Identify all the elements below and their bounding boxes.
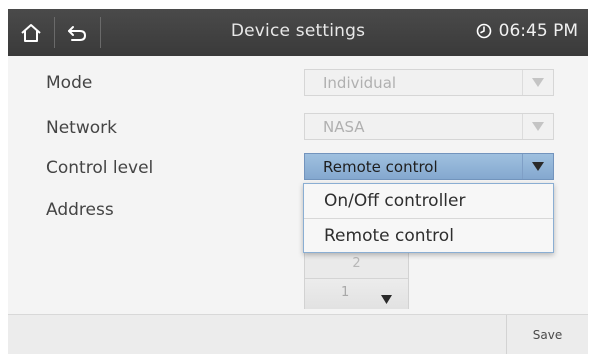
save-button[interactable]: Save xyxy=(507,315,588,354)
header-divider xyxy=(100,17,101,48)
back-arrow-icon xyxy=(68,25,87,41)
control-level-select[interactable]: Remote control xyxy=(304,153,554,180)
network-value: NASA xyxy=(323,118,365,136)
mode-label: Mode xyxy=(46,73,93,93)
network-select[interactable]: NASA xyxy=(304,113,554,140)
chevron-down-icon xyxy=(522,114,553,139)
mode-value: Individual xyxy=(323,74,397,92)
chevron-down-icon xyxy=(381,289,392,308)
clock-display: 06:45 PM xyxy=(476,21,578,41)
address-value-button[interactable]: 1 xyxy=(305,278,408,309)
control-level-value: Remote control xyxy=(323,158,438,176)
page-title: Device settings xyxy=(230,21,366,41)
mode-select[interactable]: Individual xyxy=(304,69,554,96)
address-stepper[interactable]: 2 1 xyxy=(304,251,409,309)
dropdown-option-remote-control[interactable]: Remote control xyxy=(304,219,553,253)
clock-time: 06:45 PM xyxy=(498,21,578,41)
back-button[interactable] xyxy=(54,9,100,56)
header-bar: Device settings 06:45 PM xyxy=(8,9,588,56)
network-label: Network xyxy=(46,118,117,138)
control-level-dropdown: On/Off controller Remote control xyxy=(303,183,554,253)
address-label: Address xyxy=(46,200,114,220)
clock-icon xyxy=(476,23,491,39)
home-icon xyxy=(21,23,41,42)
chevron-down-icon xyxy=(522,154,553,179)
home-button[interactable] xyxy=(8,9,54,56)
footer-bar: Save xyxy=(8,314,588,354)
address-value: 1 xyxy=(341,285,350,300)
dropdown-option-onoff-controller[interactable]: On/Off controller xyxy=(304,184,553,219)
chevron-down-icon xyxy=(522,70,553,95)
device-settings-screen: Device settings 06:45 PM Mode Individual… xyxy=(8,9,588,354)
address-upper-value: 2 xyxy=(352,256,361,271)
control-level-label: Control level xyxy=(46,158,154,178)
